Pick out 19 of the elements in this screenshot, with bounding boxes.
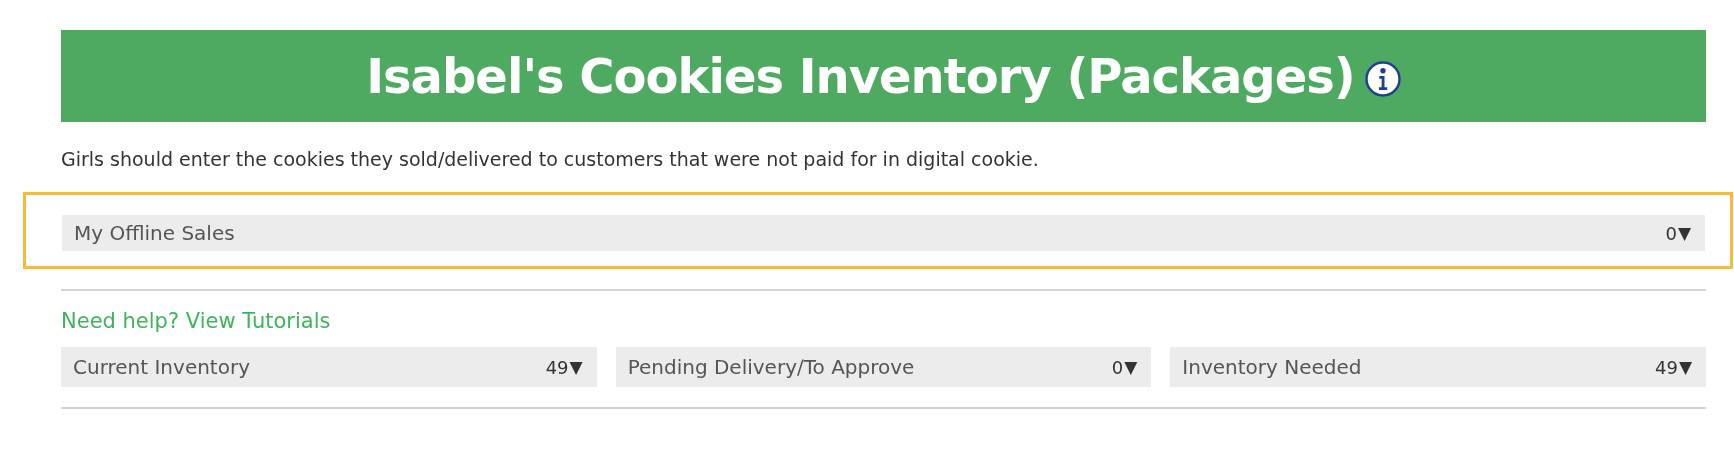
instruction-text: Girls should enter the cookies they sold/delivered to customers that were not paid for in digital cookie. [61,148,1040,170]
summary-value: 49 [545,356,569,378]
summary-value: 49 [1655,356,1678,378]
summary-label: Current Inventory [73,355,250,379]
summary-dropdown[interactable]: Current Inventory 49▼ [61,347,597,387]
summary-value: 0 [1665,222,1677,244]
summary-dropdown[interactable]: Pending Delivery∕To Approve 0▼ [615,347,1152,387]
info-icon[interactable] [1364,61,1401,97]
summary-value: 0 [1111,356,1124,378]
page-title: Isabel's Cookies Inventory (Packages) [366,48,1355,104]
summary-label: Inventory Needed [1182,355,1362,379]
caret-icon[interactable]: ▼ [1124,357,1138,377]
caret-icon[interactable]: ▼ [1678,357,1692,377]
summary-label: Pending Delivery∕To Approve [627,355,915,379]
summary-label: My Offline Sales [74,221,235,245]
summary-dropdown[interactable]: My Offline Sales 0▼ [62,215,1705,251]
caret-icon[interactable]: ▼ [1677,223,1691,243]
caret-icon[interactable]: ▼ [569,357,583,377]
summary-dropdown[interactable]: Inventory Needed 49▼ [1170,347,1706,387]
